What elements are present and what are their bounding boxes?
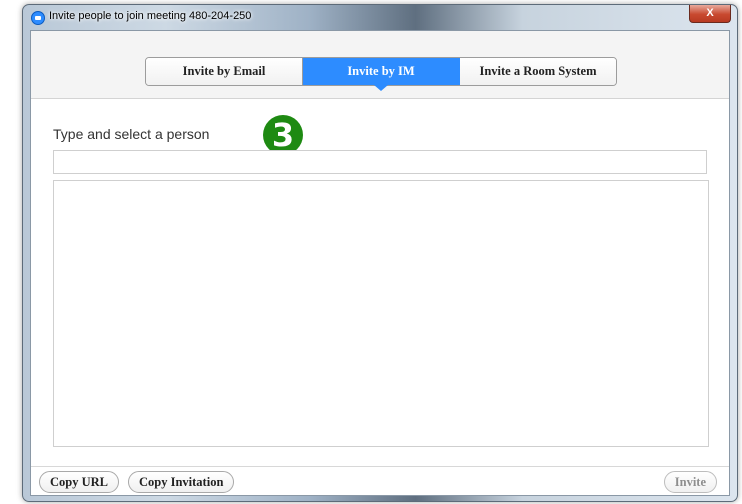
close-button[interactable]: X [689, 5, 731, 23]
window-title: Invite people to join meeting 480-204-25… [49, 10, 252, 22]
close-icon: X [706, 7, 714, 19]
person-search-label: Type and select a person [53, 126, 210, 142]
invite-button[interactable]: Invite [663, 471, 717, 493]
dialog-window: Invite people to join meeting 480-204-25… [22, 4, 738, 502]
tab-invite-room-system[interactable]: Invite a Room System [460, 58, 616, 85]
tab-bar-area: Invite by Email Invite by IM Invite a Ro… [31, 31, 729, 99]
person-search-input[interactable] [53, 150, 707, 174]
dialog-footer: Copy URL Copy Invitation Invite [31, 466, 729, 495]
copy-invitation-button[interactable]: Copy Invitation [128, 471, 235, 493]
tab-invite-by-email[interactable]: Invite by Email [146, 58, 303, 85]
contacts-results-list[interactable] [53, 180, 709, 447]
dialog-content: Invite by Email Invite by IM Invite a Ro… [30, 30, 730, 496]
zoom-app-icon [31, 11, 45, 25]
step-number-badge: 3 [263, 115, 303, 155]
tab-invite-by-im[interactable]: Invite by IM [303, 58, 460, 91]
invite-tabs: Invite by Email Invite by IM Invite a Ro… [145, 57, 617, 91]
copy-url-button[interactable]: Copy URL [39, 471, 119, 493]
title-bar[interactable]: Invite people to join meeting 480-204-25… [23, 5, 737, 29]
